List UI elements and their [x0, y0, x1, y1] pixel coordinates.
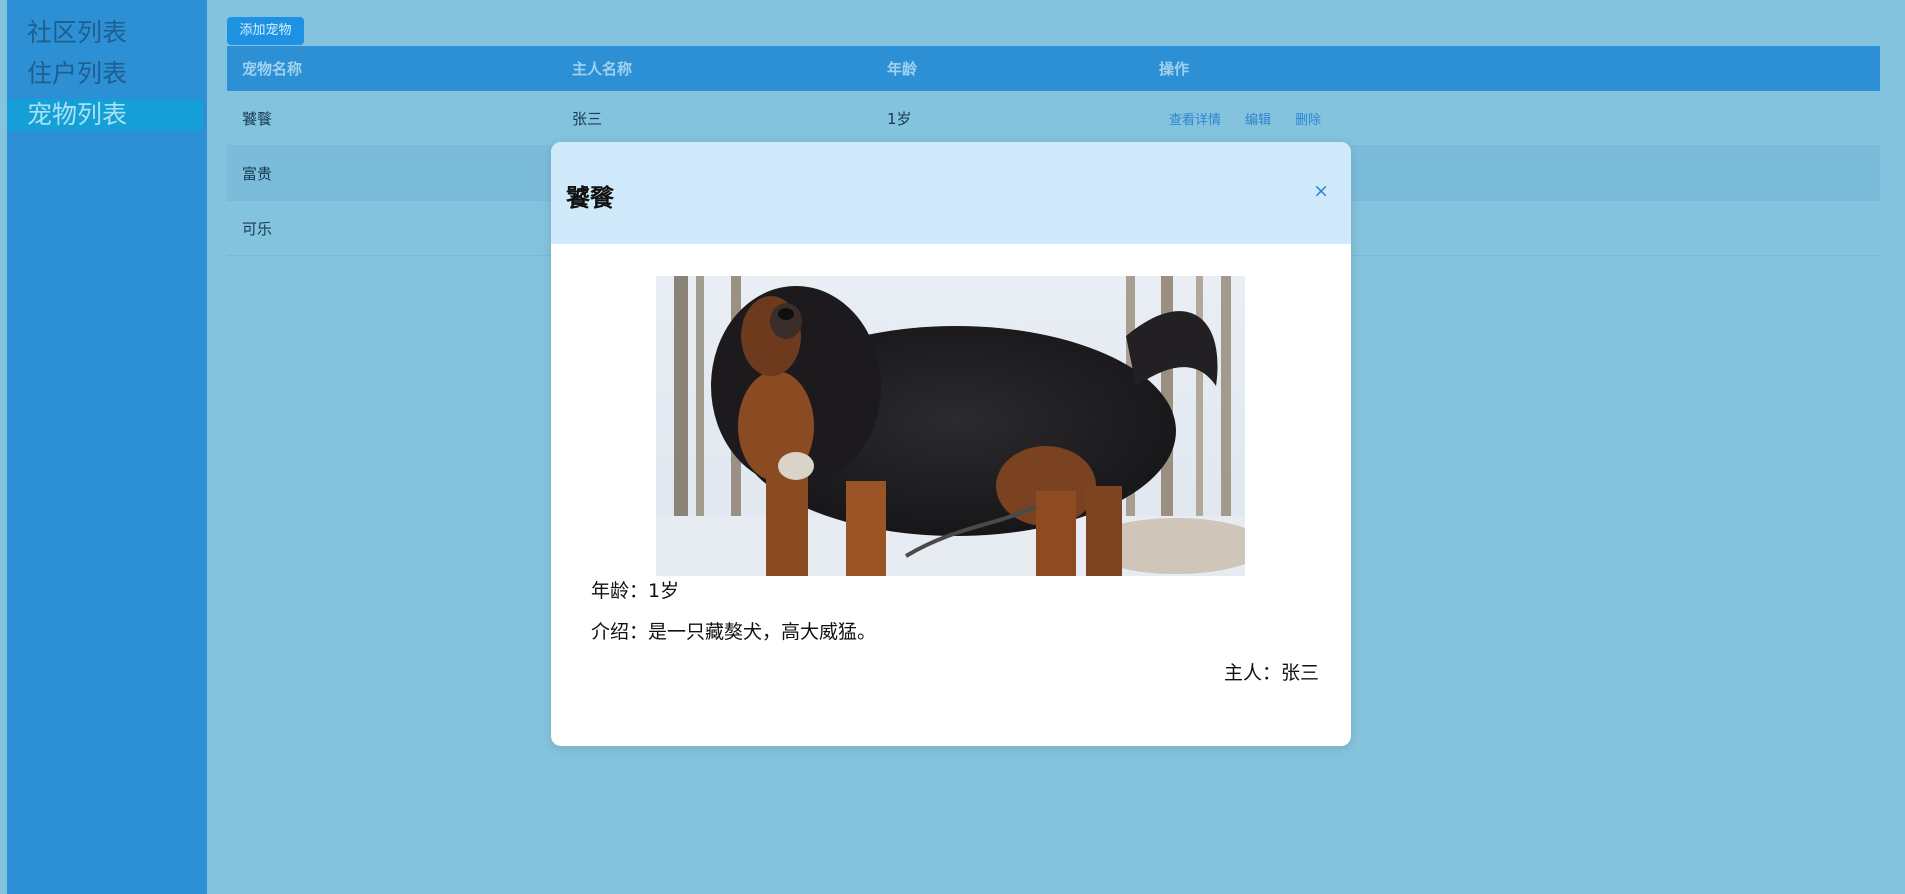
cell-pet-name: 饕餮 — [242, 109, 273, 128]
sidebar-item-pet-list[interactable]: 宠物列表 — [7, 99, 203, 131]
column-header-actions: 操作 — [1159, 60, 1190, 78]
cell-actions: 查看详情 编辑 删除 — [1159, 91, 1345, 145]
pet-owner: 主人：张三 — [1223, 662, 1319, 684]
sidebar: 社区列表 住户列表 宠物列表 — [7, 0, 207, 894]
pet-description: 介绍：是一只藏獒犬，高大威猛。 — [591, 621, 877, 643]
add-pet-button[interactable]: 添加宠物 — [227, 17, 304, 45]
left-edge-strip — [0, 0, 7, 894]
pet-photo — [656, 276, 1245, 576]
sidebar-item-resident-list[interactable]: 住户列表 — [7, 58, 203, 90]
column-header-age: 年龄 — [887, 60, 918, 78]
view-details-link[interactable]: 查看详情 — [1169, 109, 1221, 128]
sidebar-item-label: 宠物列表 — [27, 100, 128, 129]
cell-owner-name: 张三 — [572, 109, 603, 128]
column-header-owner-name: 主人名称 — [572, 60, 633, 78]
column-header-pet-name: 宠物名称 — [242, 60, 303, 78]
sidebar-item-label: 社区列表 — [27, 18, 128, 47]
cell-pet-name: 富贵 — [242, 164, 273, 183]
modal-header: 饕餮 × — [551, 142, 1351, 244]
table-header: 宠物名称 主人名称 年龄 操作 — [227, 46, 1880, 91]
pet-detail-modal: 饕餮 × 年龄：1岁 介绍：是一只藏獒犬，高大威猛。 主人：张三 — [551, 142, 1351, 746]
cell-pet-name: 可乐 — [242, 219, 273, 238]
edit-link[interactable]: 编辑 — [1245, 109, 1271, 128]
sidebar-item-label: 住户列表 — [27, 59, 128, 88]
close-icon[interactable]: × — [1313, 182, 1329, 201]
delete-link[interactable]: 删除 — [1295, 109, 1321, 128]
pet-age: 年龄：1岁 — [591, 580, 680, 602]
modal-title: 饕餮 — [566, 184, 614, 212]
sidebar-item-community-list[interactable]: 社区列表 — [7, 17, 203, 49]
table-row: 饕餮 张三 1岁 查看详情 编辑 删除 — [227, 91, 1880, 146]
cell-age: 1岁 — [887, 109, 912, 128]
